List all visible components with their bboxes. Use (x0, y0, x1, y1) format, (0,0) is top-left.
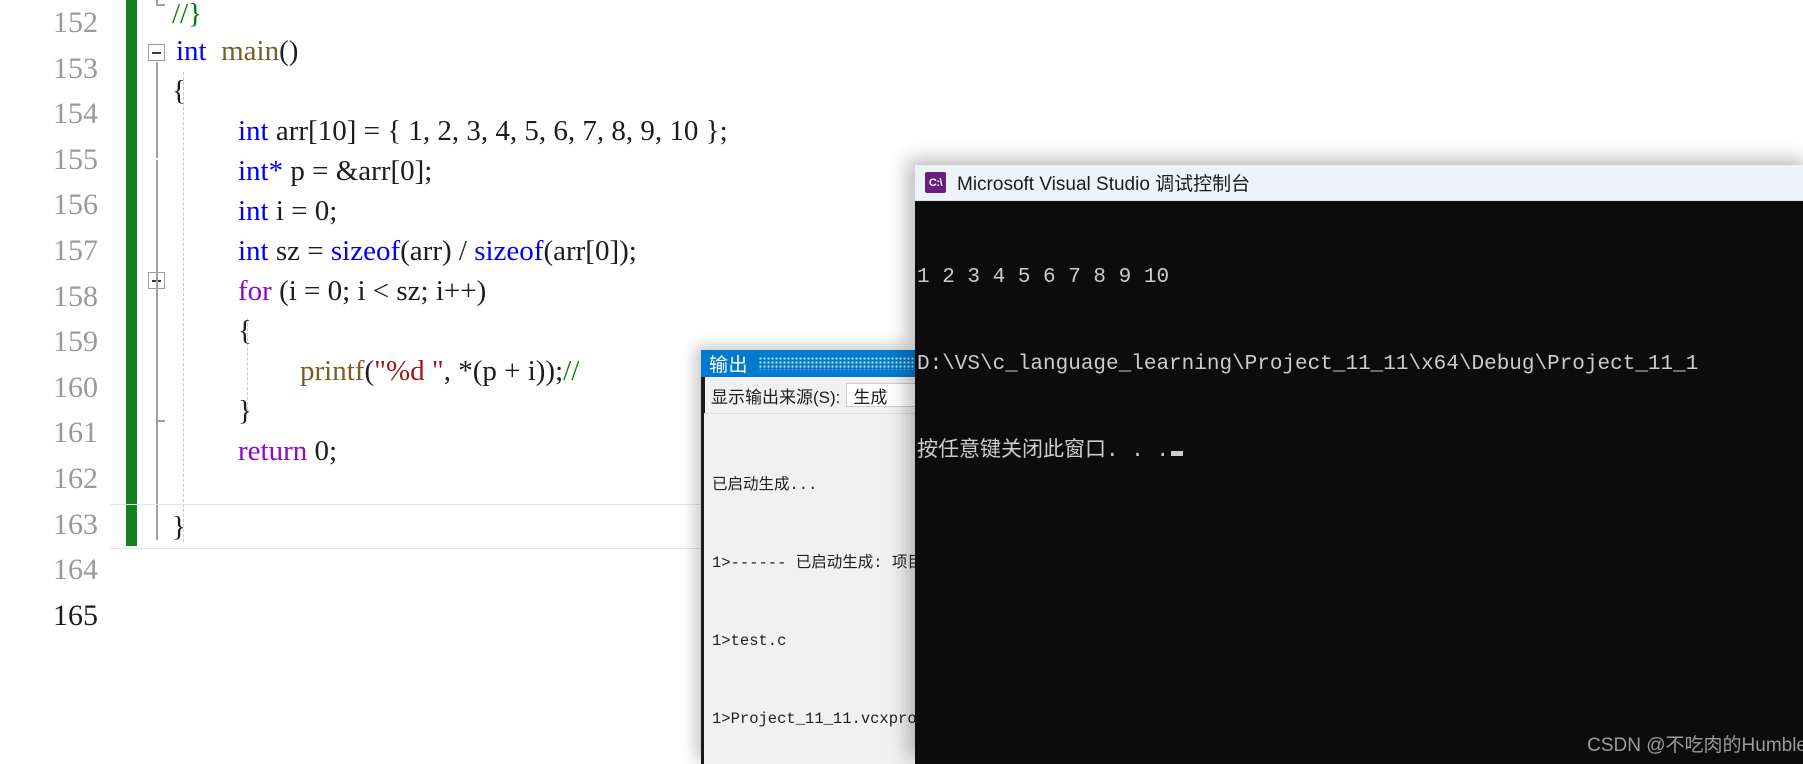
code-line-153: int main() (176, 29, 298, 75)
code-token-keyword-int: int (176, 35, 207, 67)
code-text-area[interactable]: //} int main() { int arr[10] = { 1, 2, 3… (0, 0, 728, 764)
code-token-keyword-int: int (238, 115, 269, 147)
console-cursor (1171, 451, 1184, 456)
fold-guide-line (156, 62, 158, 158)
code-line-158: int sz = sizeof(arr) / sizeof(arr[0]); (238, 229, 637, 275)
debug-console-window[interactable]: C:\ Microsoft Visual Studio 调试控制台 1 2 3 … (915, 165, 1803, 764)
code-line-163: return 0; (238, 429, 337, 475)
code-token-string: "%d " (374, 355, 444, 387)
drag-grip-icon[interactable] (759, 357, 915, 370)
console-app-icon: C:\ (925, 172, 946, 193)
code-token-pointer-decl: p = &arr[0]; (283, 155, 433, 187)
code-line-155: int arr[10] = { 1, 2, 3, 4, 5, 6, 7, 8, … (238, 109, 728, 155)
code-token-comment: // (563, 355, 580, 387)
code-token-function-printf: printf (300, 355, 365, 387)
code-token-keyword-for: for (238, 275, 272, 307)
code-token-sz-decl-a: sz = (268, 235, 331, 267)
code-token-return-value: 0; (307, 435, 338, 467)
code-token-keyword-int: int (238, 235, 269, 267)
console-output-area[interactable]: 1 2 3 4 5 6 7 8 9 10 D:\VS\c_language_le… (915, 201, 1803, 764)
output-panel-log[interactable]: 已启动生成... 1>------ 已启动生成: 项目 1>test.c 1>P… (704, 413, 915, 764)
code-token-brace-open: { (238, 315, 252, 347)
code-token-keyword-int: int (238, 195, 269, 227)
fold-toggle-main-icon[interactable] (148, 44, 165, 61)
output-panel[interactable]: 输出 显示输出来源(S): 生成 已启动生成... 1>------ 已启动生成… (701, 350, 915, 764)
code-line-156: int* p = &arr[0]; (238, 149, 432, 195)
output-panel-title: 输出 (709, 355, 749, 376)
console-output-line-with-cursor: 按任意键关闭此窗口. . . (917, 437, 1803, 466)
code-line-157: int i = 0; (238, 189, 337, 235)
code-line-161: printf("%d ", *(p + i));// (300, 349, 579, 395)
indent-guide (183, 72, 184, 542)
code-token-brace-open: { (172, 75, 186, 107)
console-title-bar[interactable]: C:\ Microsoft Visual Studio 调试控制台 (915, 165, 1803, 201)
outlining-column[interactable] (148, 0, 172, 560)
output-log-line: 1>test.c (712, 632, 787, 650)
screenshot-root: 152 153 154 155 156 157 158 159 160 161 … (0, 0, 1803, 764)
code-line-154: { (172, 69, 186, 115)
code-line-160: { (238, 309, 252, 355)
code-token-pointer-star: * (268, 155, 284, 187)
output-log-line: 1>------ 已启动生成: 项目 (712, 554, 915, 572)
code-token-i-decl: i = 0; (268, 195, 338, 227)
console-output-line: 1 2 3 4 5 6 7 8 9 10 (917, 266, 1170, 289)
output-log-line: 1>Project_11_11.vcxproj - (712, 710, 915, 728)
code-token-array-decl: arr[10] = { 1, 2, 3, 4, 5, 6, 7, 8, 9, 1… (268, 115, 728, 147)
csdn-watermark: CSDN @不吃肉的Humble (1587, 735, 1803, 756)
code-token-keyword-sizeof: sizeof (474, 235, 544, 267)
console-icon-glyph: C:\ (928, 176, 943, 189)
code-token-keyword-int: int (238, 155, 269, 187)
output-log-line: 已启动生成... (712, 476, 818, 494)
current-line-highlight (110, 504, 710, 549)
output-panel-toolbar[interactable]: 显示输出来源(S): 生成 (701, 377, 915, 413)
code-token-parens: () (279, 35, 299, 67)
code-token-sz-decl-c: (arr[0]); (543, 235, 637, 267)
change-indicator-bar (126, 0, 137, 546)
output-panel-title-bar[interactable]: 输出 (701, 350, 915, 377)
code-token-for-clause: (i = 0; i < sz; i++) (271, 275, 487, 307)
code-token-keyword-return: return (238, 435, 308, 467)
code-token-function-main: main (221, 35, 280, 67)
output-source-label: 显示输出来源(S): (711, 387, 841, 407)
fold-region-end-icon (156, 0, 165, 6)
fold-guide-line (156, 160, 158, 540)
console-prompt-text: 按任意键关闭此窗口. . . (917, 440, 1170, 463)
code-token-brace-close: } (238, 395, 252, 427)
code-line-159: for (i = 0; i < sz; i++) (238, 269, 486, 315)
console-output-line: D:\VS\c_language_learning\Project_11_11\… (917, 353, 1699, 376)
output-source-select[interactable]: 生成 (846, 383, 915, 407)
console-window-title: Microsoft Visual Studio 调试控制台 (957, 174, 1251, 195)
code-token-printf-args: , *(p + i)); (443, 355, 564, 387)
code-line-162: } (238, 389, 252, 435)
code-token-comment: //} (172, 0, 203, 30)
code-token-sz-decl-b: (arr) / (400, 235, 475, 267)
code-token-paren: ( (364, 355, 375, 387)
code-token-keyword-sizeof: sizeof (330, 235, 401, 267)
